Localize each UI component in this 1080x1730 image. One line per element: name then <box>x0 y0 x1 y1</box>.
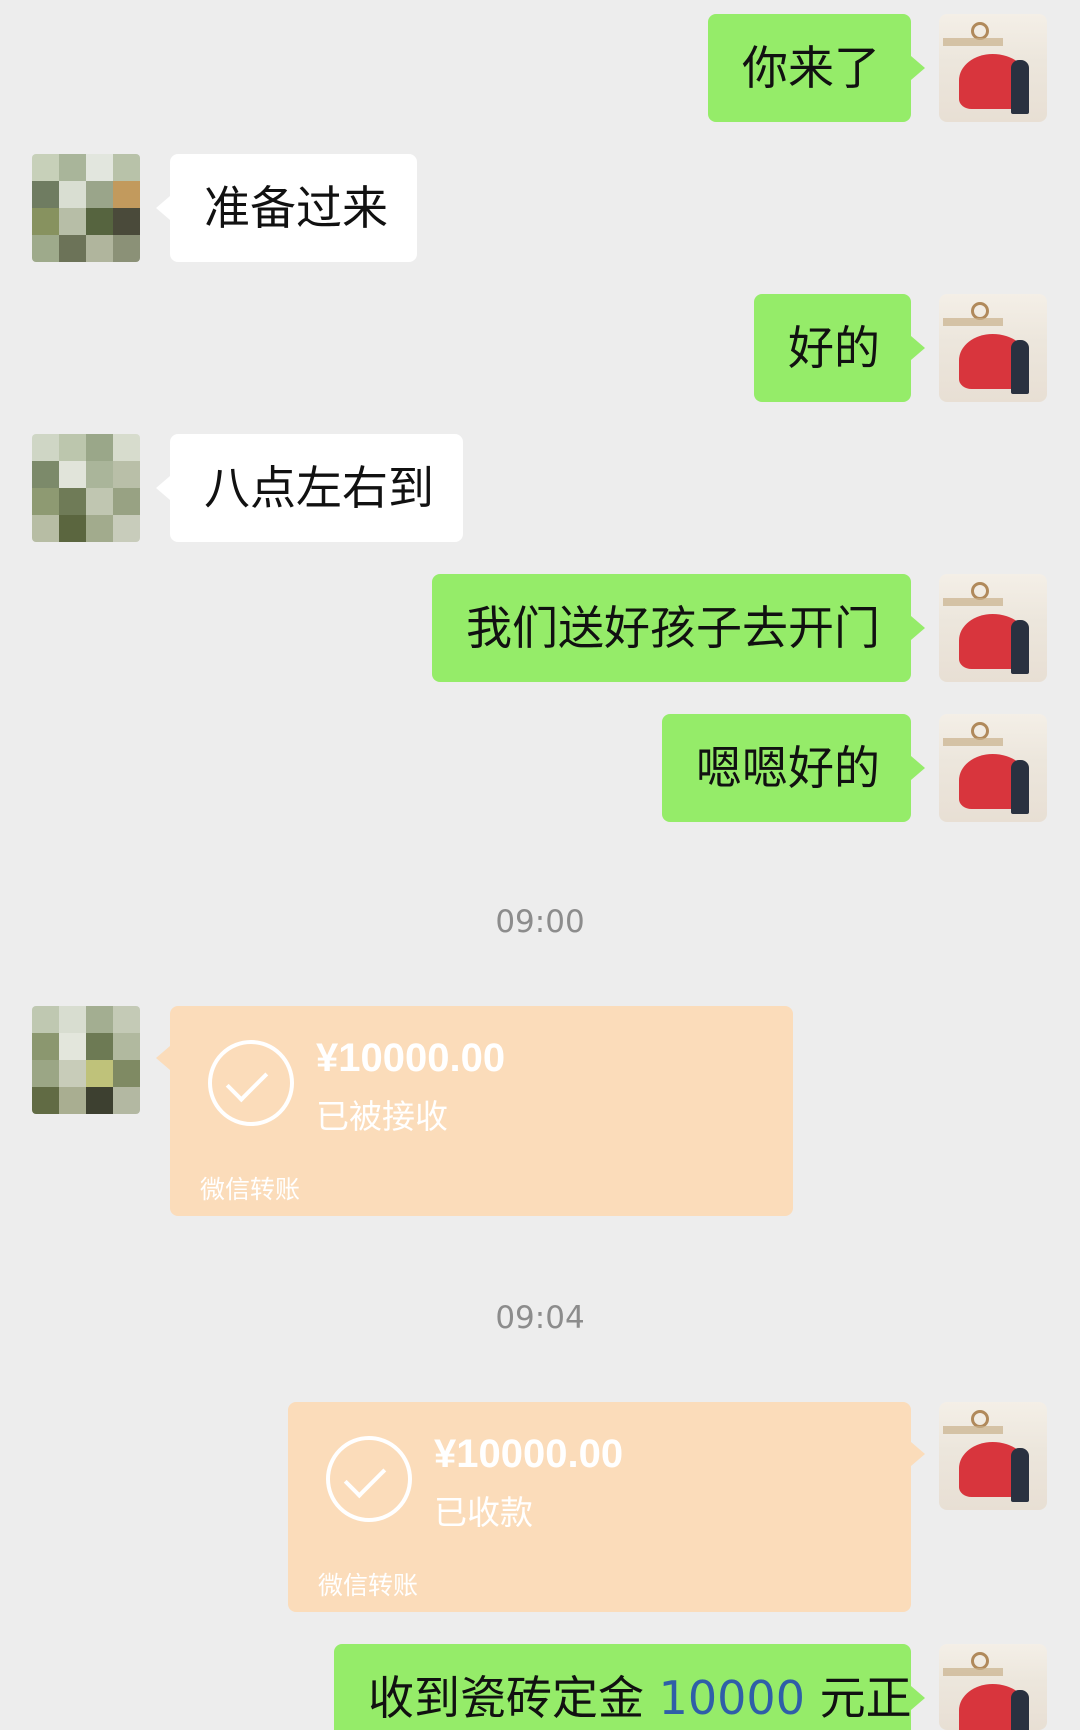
transfer-status: 已被接收 <box>316 1097 448 1136</box>
contact-avatar[interactable] <box>32 154 140 262</box>
transfer-brand-label: 微信转账 <box>200 1175 301 1204</box>
chat-area: 你来了 准备过来 好的 八点左右到 我们送好孩子去开门 嗯嗯好的 09:00 ¥… <box>0 0 1080 1730</box>
transfer-status: 已收款 <box>434 1493 533 1532</box>
message-bubble-other[interactable]: 八点左右到 <box>156 434 463 542</box>
contact-avatar[interactable] <box>32 434 140 542</box>
message-bubble-other[interactable]: 准备过来 <box>156 154 417 262</box>
timestamp: 09:00 <box>495 904 585 940</box>
message-bubble-me[interactable]: 你来了 <box>708 14 925 122</box>
check-circle-icon <box>326 1436 412 1522</box>
message-text: 收到瓷砖定金 <box>368 1671 644 1725</box>
my-avatar[interactable] <box>939 714 1047 822</box>
my-avatar[interactable] <box>939 14 1047 122</box>
my-avatar[interactable] <box>939 1644 1047 1730</box>
contact-avatar[interactable] <box>32 1006 140 1114</box>
transfer-card[interactable]: ¥10000.00 已被接收 微信转账 <box>156 1006 793 1216</box>
transfer-card[interactable]: ¥10000.00 已收款 微信转账 <box>288 1402 925 1612</box>
message-bubble-me[interactable]: 收到瓷砖定金 10000 元正 <box>334 1644 925 1730</box>
message-bubble-me[interactable]: 好的 <box>754 294 925 402</box>
message-text: 元正 <box>819 1671 912 1725</box>
transfer-amount: ¥10000.00 <box>434 1432 624 1476</box>
transfer-amount: ¥10000.00 <box>316 1036 506 1080</box>
message-bubble-me[interactable]: 嗯嗯好的 <box>662 714 925 822</box>
my-avatar[interactable] <box>939 294 1047 402</box>
phone-number-link[interactable]: 10000 <box>659 1671 805 1725</box>
my-avatar[interactable] <box>939 1402 1047 1510</box>
timestamp: 09:04 <box>495 1300 585 1336</box>
check-circle-icon <box>208 1040 294 1126</box>
my-avatar[interactable] <box>939 574 1047 682</box>
transfer-brand-label: 微信转账 <box>318 1571 419 1600</box>
message-bubble-me[interactable]: 我们送好孩子去开门 <box>432 574 925 682</box>
